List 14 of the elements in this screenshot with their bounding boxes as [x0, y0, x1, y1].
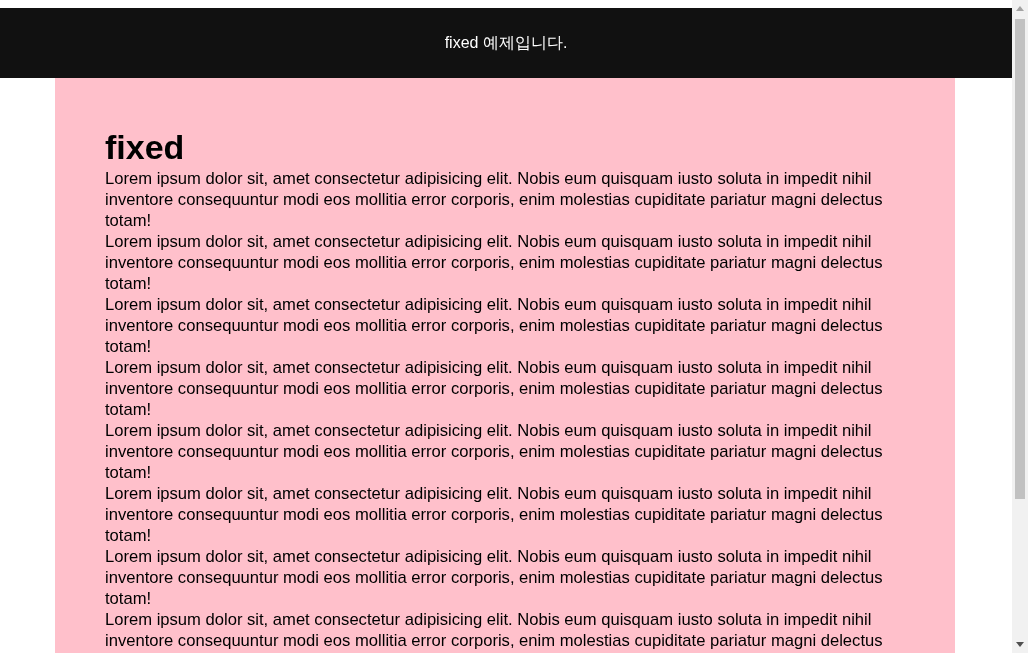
scrollbar[interactable]: [1012, 0, 1028, 653]
scroll-down-icon[interactable]: [1016, 642, 1024, 647]
paragraph: Lorem ipsum dolor sit, amet consectetur adipisicing elit. Nobis eum quisquam iusto soluta in impedit nihil inventore consequuntur modi eos mollitia error corporis, enim molestias cupiditate pariatur magni delectus totam!: [105, 420, 884, 483]
paragraph: Lorem ipsum dolor sit, amet consectetur adipisicing elit. Nobis eum quisquam iusto soluta in impedit nihil inventore consequuntur modi eos mollitia error corporis, enim molestias cupiditate pariatur magni delectus totam!: [105, 357, 884, 420]
paragraph: Lorem ipsum dolor sit, amet consectetur adipisicing elit. Nobis eum quisquam iusto soluta in impedit nihil inventore consequuntur modi eos mollitia error corporis, enim molestias cupiditate pariatur magni delectus totam!: [105, 168, 884, 231]
scroll-up-icon[interactable]: [1016, 6, 1024, 11]
paragraph: Lorem ipsum dolor sit, amet consectetur adipisicing elit. Nobis eum quisquam iusto soluta in impedit nihil inventore consequuntur modi eos mollitia error corporis, enim molestias cupiditate pariatur magni delectus totam!: [105, 231, 884, 294]
header-title: fixed 예제입니다.: [444, 32, 568, 53]
scrollbar-thumb[interactable]: [1015, 19, 1025, 499]
heading: fixed: [105, 127, 186, 168]
paragraph: Lorem ipsum dolor sit, amet consectetur adipisicing elit. Nobis eum quisquam iusto soluta in impedit nihil inventore consequuntur modi eos mollitia error corporis, enim molestias cupiditate pariatur magni delectus totam!: [105, 546, 884, 609]
paragraph: Lorem ipsum dolor sit, amet consectetur adipisicing elit. Nobis eum quisquam iusto soluta in impedit nihil inventore consequuntur modi eos mollitia error corporis, enim molestias cupiditate pariatur magni delectus totam!: [105, 483, 884, 546]
paragraph: Lorem ipsum dolor sit, amet consectetur adipisicing elit. Nobis eum quisquam iusto soluta in impedit nihil inventore consequuntur modi eos mollitia error corporis, enim molestias cupiditate pariatur magni delectus: [105, 609, 884, 651]
paragraph: Lorem ipsum dolor sit, amet consectetur adipisicing elit. Nobis eum quisquam iusto soluta in impedit nihil inventore consequuntur modi eos mollitia error corporis, enim molestias cupiditate pariatur magni delectus totam!: [105, 294, 884, 357]
